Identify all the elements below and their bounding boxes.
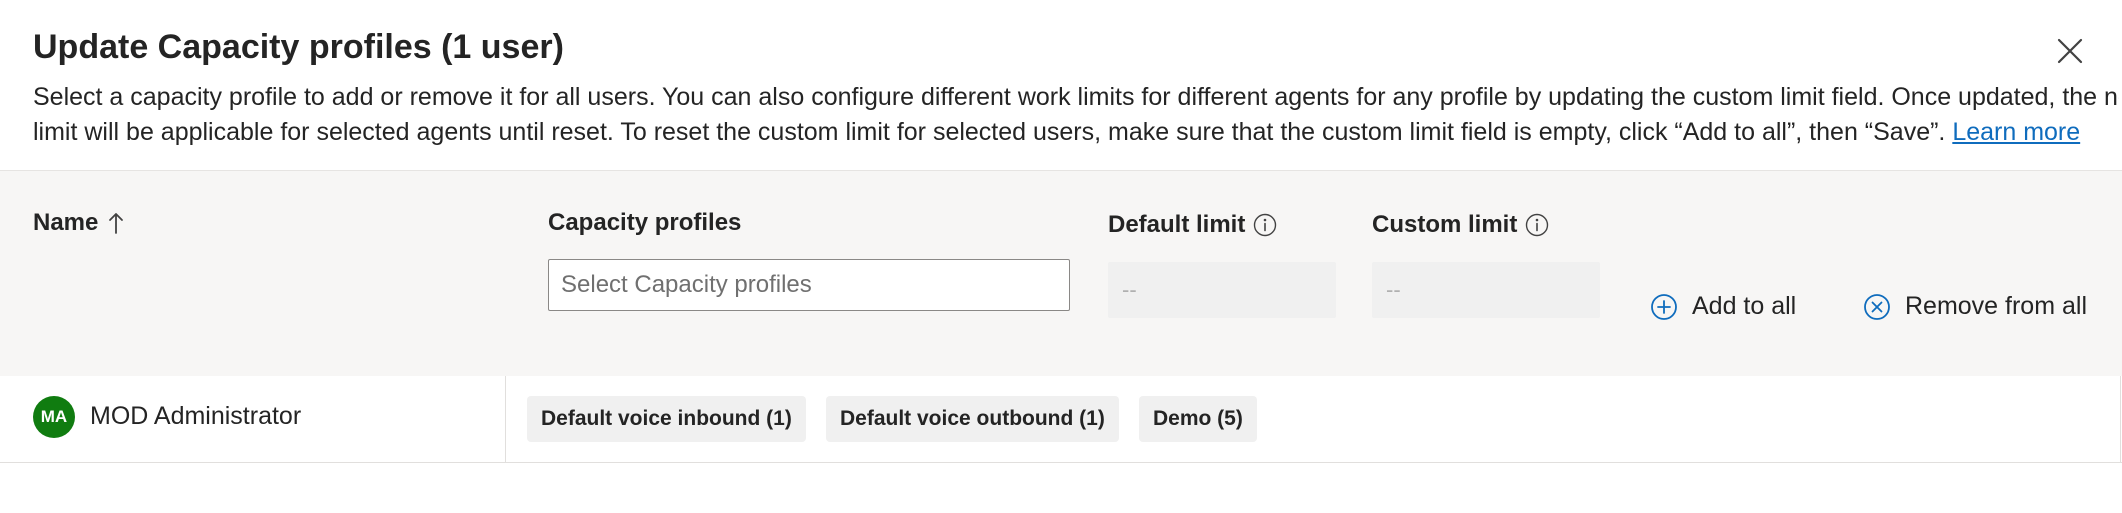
plus-circle-icon [1650, 293, 1678, 321]
description-line-2-text: limit will be applicable for selected ag… [33, 118, 1953, 146]
profile-chip[interactable]: Demo (5) [1139, 396, 1257, 442]
add-to-all-button[interactable]: Add to all [1650, 292, 1796, 321]
info-icon[interactable] [1253, 213, 1277, 237]
row-border [2120, 376, 2121, 462]
description-line-2: limit will be applicable for selected ag… [33, 115, 2119, 150]
bulk-edit-toolbar: Name Capacity profiles Default limit Cus… [0, 170, 2122, 377]
dialog-header: Update Capacity profiles (1 user) Select… [0, 0, 2122, 170]
custom-limit-label: Custom limit [1372, 211, 1518, 238]
description-line-1: Select a capacity profile to add or remo… [33, 83, 2119, 111]
profile-chip[interactable]: Default voice inbound (1) [527, 396, 806, 442]
dialog-description: Select a capacity profile to add or remo… [33, 80, 2119, 150]
capacity-profiles-header: Capacity profiles [548, 209, 742, 236]
default-limit-label: Default limit [1108, 211, 1246, 238]
custom-limit-header: Custom limit [1372, 211, 1549, 239]
remove-from-all-label: Remove from all [1905, 292, 2087, 320]
default-limit-header: Default limit [1108, 211, 1277, 239]
avatar: MA [33, 396, 75, 438]
close-icon [2057, 38, 2083, 69]
profile-chip[interactable]: Default voice outbound (1) [826, 396, 1119, 442]
add-to-all-label: Add to all [1692, 292, 1797, 320]
info-icon[interactable] [1525, 213, 1549, 237]
dialog-title: Update Capacity profiles (1 user) [33, 28, 564, 66]
arrow-up-icon [108, 212, 124, 234]
learn-more-link[interactable]: Learn more [1952, 118, 2080, 146]
close-button[interactable] [2050, 33, 2090, 73]
custom-limit-field [1372, 262, 1600, 318]
name-header-label: Name [33, 209, 99, 236]
column-divider [505, 376, 506, 462]
default-limit-field [1108, 262, 1336, 318]
table-row[interactable]: MA MOD Administrator Default voice inbou… [0, 376, 2122, 463]
remove-from-all-button[interactable]: Remove from all [1863, 292, 2087, 321]
name-column-header[interactable]: Name [33, 209, 124, 237]
user-name: MOD Administrator [90, 402, 302, 430]
x-circle-icon [1863, 293, 1891, 321]
capacity-profiles-input[interactable] [548, 259, 1070, 311]
